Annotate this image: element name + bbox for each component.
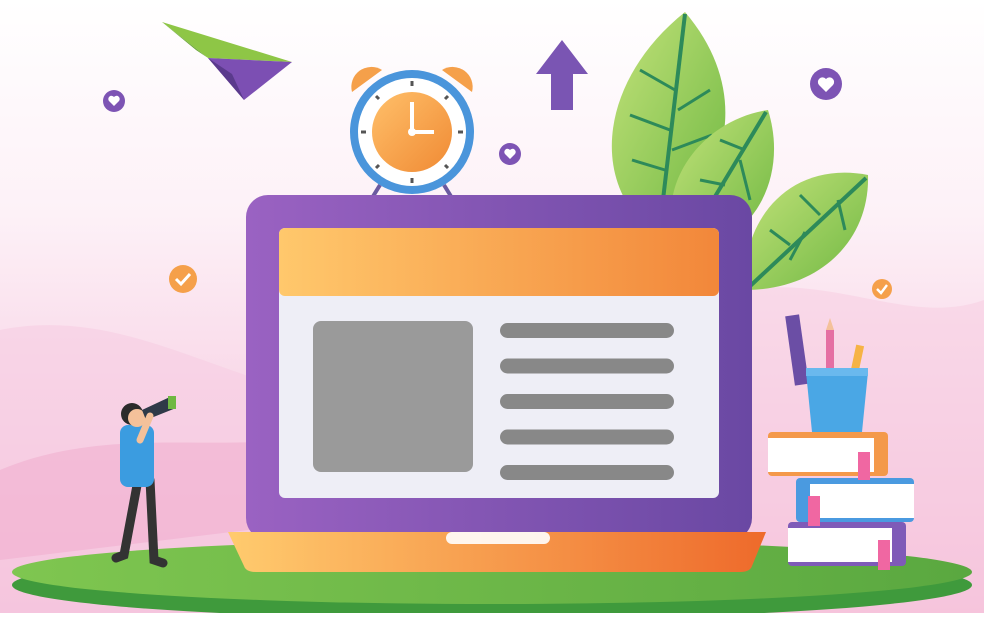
content-line [500,429,674,445]
check-badge-icon [872,279,892,299]
laptop-notch [446,532,550,544]
content-line [500,465,674,480]
content-line [500,394,674,409]
illustration-scene [0,0,984,618]
content-line [500,323,674,338]
scene-svg [0,0,984,618]
check-badge-icon [169,265,197,293]
image-placeholder [313,321,473,472]
heart-badge-icon [103,90,125,112]
heart-badge-icon [499,143,521,165]
heart-badge-icon [810,68,842,100]
laptop-icon [228,195,766,572]
content-line [500,358,674,374]
